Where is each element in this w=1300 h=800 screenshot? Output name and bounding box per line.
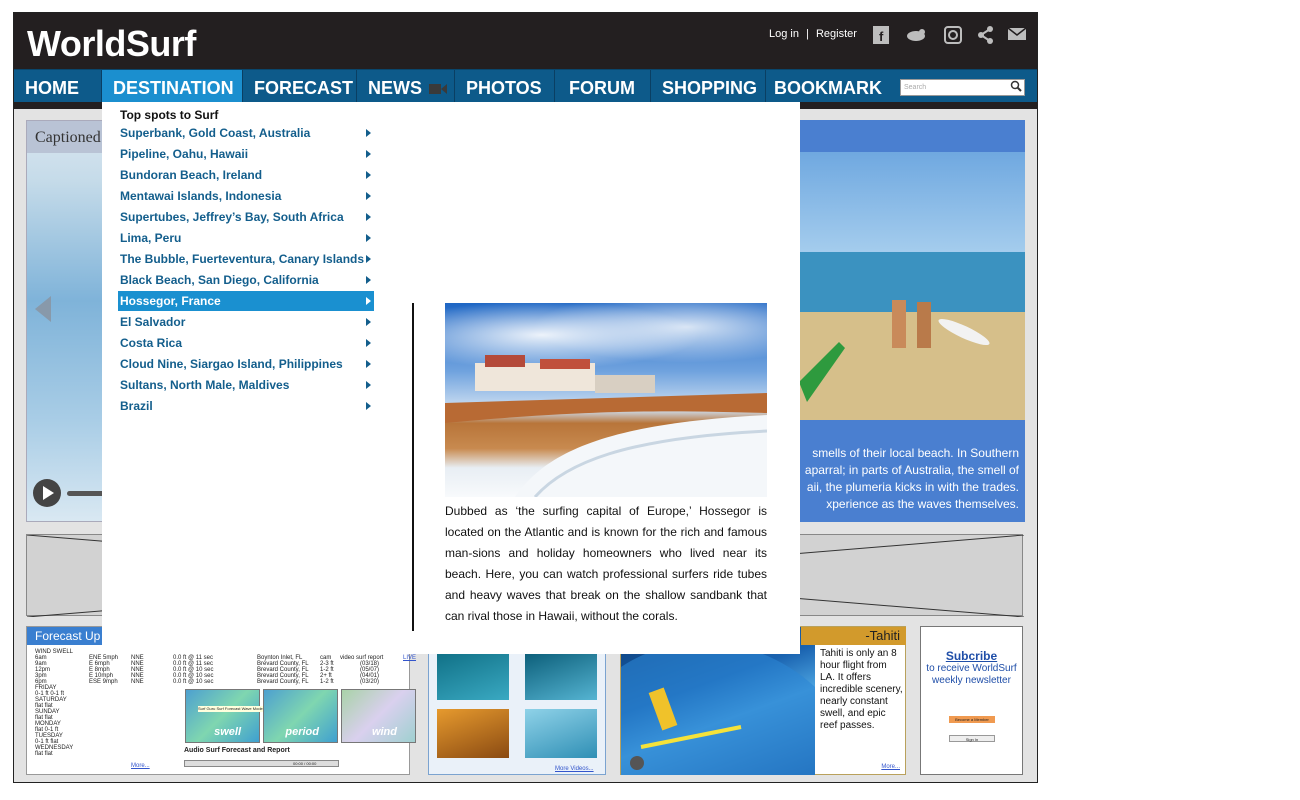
- nav-bookmark[interactable]: BOOKMARK: [766, 70, 891, 103]
- chevron-right-icon: [366, 255, 371, 263]
- newsletter-text: to receive WorldSurf weekly newsletter: [926, 663, 1017, 686]
- period-map-label: period: [285, 726, 319, 738]
- chevron-right-icon: [366, 297, 371, 305]
- feature-beach-image: [799, 152, 1025, 420]
- tahiti-title: -Tahiti: [801, 627, 906, 645]
- dropdown-item[interactable]: Cloud Nine, Siargao Island, Philippines: [118, 354, 374, 374]
- hossegor-beach-image: [445, 303, 767, 497]
- nav-news[interactable]: NEWS: [357, 70, 455, 103]
- dropdown-item[interactable]: Brazil: [118, 396, 374, 416]
- video-thumbnail[interactable]: [525, 651, 597, 700]
- chevron-right-icon: [366, 129, 371, 137]
- forecast-col-swell: 0.0 ft @ 11 sec 0.0 ft @ 11 sec 0.0 ft @ 1…: [173, 655, 214, 685]
- nav-photos[interactable]: PHOTOS: [455, 70, 555, 103]
- forecast-col-dir: NNE NNE NNE NNE NNE: [131, 655, 144, 685]
- chevron-right-icon: [366, 171, 371, 179]
- auth-separator: |: [806, 28, 809, 40]
- chevron-right-icon: [366, 234, 371, 242]
- forecast-col-wind: ENE 5mph E 6mph E 8mph E 10mph ESE 9mph: [89, 655, 119, 685]
- dropdown-divider: [412, 303, 414, 631]
- instagram-icon[interactable]: [943, 26, 963, 44]
- slider-play-icon[interactable]: [33, 479, 61, 507]
- main-nav: HOME DESTINATION FORECAST NEWS PHOTOS FO…: [14, 69, 1037, 103]
- image-slider: Captioned: [26, 120, 111, 522]
- login-link[interactable]: Log in: [769, 28, 799, 40]
- audio-player[interactable]: 00:00 / 00:00: [184, 760, 339, 767]
- chevron-right-icon: [366, 192, 371, 200]
- chevron-right-icon: [366, 402, 371, 410]
- videos-more-link[interactable]: More Videos...: [555, 766, 594, 772]
- nav-shopping[interactable]: SHOPPING: [651, 70, 766, 103]
- nav-destination[interactable]: DESTINATION: [102, 70, 243, 103]
- subscribe-link[interactable]: Subcribe: [921, 649, 1022, 663]
- map-caption: Surf Guru Surf Forecast Wave Model: [198, 706, 264, 712]
- chevron-right-icon: [366, 381, 371, 389]
- register-link[interactable]: Register: [816, 28, 857, 40]
- chevron-right-icon: [366, 360, 371, 368]
- nav-forum[interactable]: FORUM: [555, 70, 651, 103]
- video-thumbnail[interactable]: [437, 709, 509, 758]
- forecast-col-report: video surf report (03/18) (05/07) (04/01) (0…: [340, 655, 384, 685]
- destination-dropdown-menu: Top spots to Surf Superbank, Gold Coast,…: [102, 102, 800, 654]
- video-thumbnail[interactable]: [437, 651, 509, 700]
- search-input[interactable]: Search: [900, 79, 1025, 96]
- nav-home[interactable]: HOME: [14, 70, 102, 103]
- dropdown-heading: Top spots to Surf: [120, 108, 219, 122]
- svg-text:f: f: [879, 29, 884, 44]
- dropdown-item[interactable]: The Bubble, Fuerteventura, Canary Island…: [118, 249, 374, 269]
- dropdown-item[interactable]: Pipeline, Oahu, Hawaii: [118, 144, 374, 164]
- chevron-right-icon: [366, 276, 371, 284]
- wind-map-thumbnail[interactable]: wind: [341, 689, 416, 743]
- tahiti-text: Tahiti is only an 8 hour flight from LA.…: [820, 648, 903, 731]
- dropdown-item[interactable]: Black Beach, San Diego, California: [118, 270, 374, 290]
- dropdown-item[interactable]: Costa Rica: [118, 333, 374, 353]
- slider-prev-arrow-icon[interactable]: [35, 296, 51, 322]
- slider-progress-bar[interactable]: [67, 491, 107, 496]
- dropdown-item[interactable]: Bundoran Beach, Ireland: [118, 165, 374, 185]
- dropdown-item[interactable]: Superbank, Gold Coast, Australia: [118, 123, 374, 143]
- dropdown-item[interactable]: Mentawai Islands, Indonesia: [118, 186, 374, 206]
- search-icon[interactable]: [1010, 80, 1022, 97]
- swell-map-label: swell: [214, 726, 241, 738]
- forecast-col-height: cam 2-3 ft 1-2 ft 2+ ft 1-2 ft: [320, 655, 334, 685]
- feature-text: smells of their local beach. In Southern…: [804, 446, 1019, 511]
- facebook-icon[interactable]: f: [871, 26, 891, 44]
- tahiti-more-link[interactable]: More...: [881, 764, 900, 770]
- dropdown-item[interactable]: Lima, Peru: [118, 228, 374, 248]
- chevron-right-icon: [366, 213, 371, 221]
- nav-news-label: NEWS: [368, 78, 422, 98]
- sign-in-button[interactable]: Sign In: [949, 735, 995, 742]
- chevron-right-icon: [366, 339, 371, 347]
- wind-map-label: wind: [371, 726, 397, 738]
- period-map-thumbnail[interactable]: period: [263, 689, 338, 743]
- twitter-icon[interactable]: [904, 26, 925, 44]
- video-thumbnail[interactable]: [525, 709, 597, 758]
- newsletter-panel: Subcribe to receive WorldSurf weekly new…: [920, 626, 1023, 775]
- dropdown-item[interactable]: Supertubes, Jeffrey’s Bay, South Africa: [118, 207, 374, 227]
- dropdown-item[interactable]: El Salvador: [118, 312, 374, 332]
- nav-forecast[interactable]: FORECAST: [243, 70, 357, 103]
- site-logo[interactable]: WorldSurf: [27, 23, 196, 65]
- live-link[interactable]: LIVE: [403, 655, 416, 661]
- chevron-right-icon: [366, 318, 371, 326]
- share-icon[interactable]: [976, 26, 996, 44]
- mail-icon[interactable]: [1007, 26, 1027, 44]
- top-bar: WorldSurf Log in | Register f: [14, 13, 1037, 69]
- destination-description: Dubbed as ‘the surfing capital of Europe…: [445, 504, 767, 623]
- forecast-col-location: Boynton Inlet, FL Brevard County, FL Breva…: [257, 655, 309, 685]
- dropdown-item-active[interactable]: Hossegor, France: [118, 291, 374, 311]
- browser-frame: WorldSurf Log in | Register f HOME DESTI…: [13, 12, 1038, 783]
- dropdown-item[interactable]: Sultans, North Male, Maldives: [118, 375, 374, 395]
- forecast-col-days: WIND SWELL 6am 9am 12pm 3pm 6pm FRIDAY 0-1 ft 0…: [35, 649, 74, 757]
- feature-panel: smells of their local beach. In Southern…: [799, 120, 1025, 522]
- swell-map-thumbnail[interactable]: Surf Guru Surf Forecast Wave Model swell: [185, 689, 264, 743]
- chevron-right-icon: [366, 150, 371, 158]
- search-placeholder: Search: [904, 84, 927, 91]
- slider-caption: Captioned: [27, 121, 110, 153]
- audio-time: 00:00 / 00:00: [293, 761, 317, 766]
- auth-links: Log in | Register: [769, 28, 857, 40]
- audio-forecast-title: Audio Surf Forecast and Report: [184, 747, 290, 754]
- become-member-button[interactable]: Become a Member: [949, 716, 995, 723]
- forecast-more-link[interactable]: More...: [131, 763, 150, 769]
